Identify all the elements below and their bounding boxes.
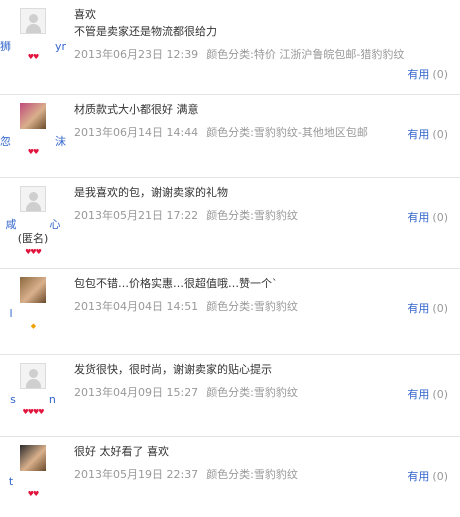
reviewer-info: t ♥♥ — [0, 437, 66, 517]
useful-vote: 有用 (0) — [407, 209, 448, 225]
useful-count: (0) — [432, 388, 448, 401]
buyer-credit-level-icon[interactable]: ♥♥♥♥ — [0, 408, 66, 416]
review-meta: 2013年05月21日 17:22 颜色分类:雪豹豹纹 — [74, 207, 298, 223]
useful-count: (0) — [432, 470, 448, 483]
avatar[interactable] — [20, 445, 46, 471]
reviewer-info: l ◆ — [0, 269, 66, 354]
reviewer-info: 忽 沫 ♥♥ — [0, 95, 66, 177]
review-item: 忽 沫 ♥♥ 材质款式大小都很好 满意 2013年06月14日 14:44 颜色分类:雪… — [0, 95, 460, 178]
useful-button[interactable]: 有用 — [407, 302, 429, 315]
avatar[interactable] — [20, 8, 46, 34]
review-item: s n ♥♥♥♥ 发货很快，很时尚，谢谢卖家的贴心提示 2013年04月09日 15:… — [0, 355, 460, 437]
review-date: 2013年04月09日 15:27 — [74, 386, 199, 399]
useful-count: (0) — [432, 128, 448, 141]
review-item: 咸 心 (匿名) ♥♥♥ 是我喜欢的包，谢谢卖家的礼物 2013年05月21日 17:2… — [0, 178, 460, 269]
useful-vote: 有用 (0) — [407, 386, 448, 402]
review-date: 2013年06月14日 14:44 — [74, 126, 199, 139]
avatar[interactable] — [20, 103, 46, 129]
useful-button[interactable]: 有用 — [407, 211, 429, 224]
useful-count: (0) — [432, 68, 448, 81]
buyer-credit-level-icon[interactable]: ♥♥ — [0, 148, 66, 156]
review-date: 2013年05月19日 22:37 — [74, 468, 199, 481]
review-text: 是我喜欢的包，谢谢卖家的礼物 — [74, 186, 228, 199]
useful-button[interactable]: 有用 — [407, 128, 429, 141]
reviewer-nickname[interactable]: t — [0, 475, 66, 488]
anonymous-tag: (匿名) — [17, 232, 49, 245]
useful-vote: 有用 (0) — [407, 66, 448, 82]
avatar[interactable] — [20, 363, 46, 389]
review-meta: 2013年05月19日 22:37 颜色分类:雪豹豹纹 — [74, 466, 298, 482]
review-item: t ♥♥ 很好 太好看了 喜欢 2013年05月19日 22:37 颜色分类:雪豹豹纹… — [0, 437, 460, 517]
avatar[interactable] — [20, 277, 46, 303]
useful-vote: 有用 (0) — [407, 300, 448, 316]
review-item: 狮 ym ♥♥ 喜欢不管是卖家还是物流都很给力 2013年06月23日 12:39 颜色… — [0, 0, 460, 95]
product-spec: 颜色分类:雪豹豹纹 — [206, 209, 298, 222]
review-list: 狮 ym ♥♥ 喜欢 不管是卖家还是物流都很给力 2013年06月23日 12:39 颜色… — [0, 0, 460, 517]
reviewer-info: s n ♥♥♥♥ — [0, 355, 66, 436]
product-spec: 颜色分类:雪豹豹纹-其他地区包邮 — [206, 126, 368, 139]
reviewer-nickname[interactable]: 狮 ym — [0, 38, 66, 54]
review-text: 材质款式大小都很好 满意 — [74, 103, 199, 116]
reviewer-info: 咸 心 (匿名) ♥♥♥ — [0, 178, 66, 268]
review-meta: 2013年06月14日 14:44 颜色分类:雪豹豹纹-其他地区包邮 — [74, 124, 368, 140]
reviewer-nickname[interactable]: l — [0, 307, 66, 320]
reviewer-info: 狮 ym ♥♥ — [0, 0, 66, 94]
review-text: 包包不错…价格实惠…很超值哦…赞一个` — [74, 277, 278, 290]
product-spec: 颜色分类:雪豹豹纹 — [206, 386, 298, 399]
review-text: 不管是卖家还是物流都很给力 — [74, 25, 217, 38]
useful-vote: 有用 (0) — [407, 468, 448, 484]
useful-vote: 有用 (0) — [407, 126, 448, 142]
useful-count: (0) — [432, 211, 448, 224]
review-date: 2013年04月04日 14:51 — [74, 300, 199, 313]
avatar[interactable] — [20, 186, 46, 212]
product-spec: 颜色分类:雪豹豹纹 — [206, 468, 298, 481]
reviewer-nickname[interactable]: s n — [0, 393, 66, 406]
buyer-credit-level-icon[interactable]: ♥♥ — [0, 490, 66, 498]
useful-count: (0) — [432, 302, 448, 315]
review-meta: 2013年06月23日 12:39 颜色分类:特价 江浙沪鲁皖包邮-猎豹豹纹 — [74, 46, 404, 62]
reviewer-nickname[interactable]: 忽 沫 — [0, 133, 66, 149]
review-date: 2013年05月21日 17:22 — [74, 209, 199, 222]
review-meta: 2013年04月09日 15:27 颜色分类:雪豹豹纹 — [74, 384, 298, 400]
useful-button[interactable]: 有用 — [407, 470, 429, 483]
review-meta: 2013年04月04日 14:51 颜色分类:雪豹豹纹 — [74, 298, 298, 314]
review-date: 2013年06月23日 12:39 — [74, 48, 199, 61]
useful-button[interactable]: 有用 — [407, 388, 429, 401]
buyer-credit-level-icon[interactable]: ◆ — [0, 322, 66, 330]
useful-button[interactable]: 有用 — [407, 68, 429, 81]
review-item: l ◆ 包包不错…价格实惠…很超值哦…赞一个` 2013年04月04日 14:51 颜… — [0, 269, 460, 355]
review-text: 喜欢 — [74, 8, 96, 21]
review-text: 很好 太好看了 喜欢 — [74, 445, 169, 458]
product-spec: 颜色分类:雪豹豹纹 — [206, 300, 298, 313]
buyer-credit-level-icon[interactable]: ♥♥ — [0, 53, 66, 61]
buyer-credit-level-icon[interactable]: ♥♥♥ — [0, 248, 66, 256]
product-spec: 颜色分类:特价 江浙沪鲁皖包邮-猎豹豹纹 — [206, 48, 405, 61]
review-text: 发货很快，很时尚，谢谢卖家的贴心提示 — [74, 363, 272, 376]
